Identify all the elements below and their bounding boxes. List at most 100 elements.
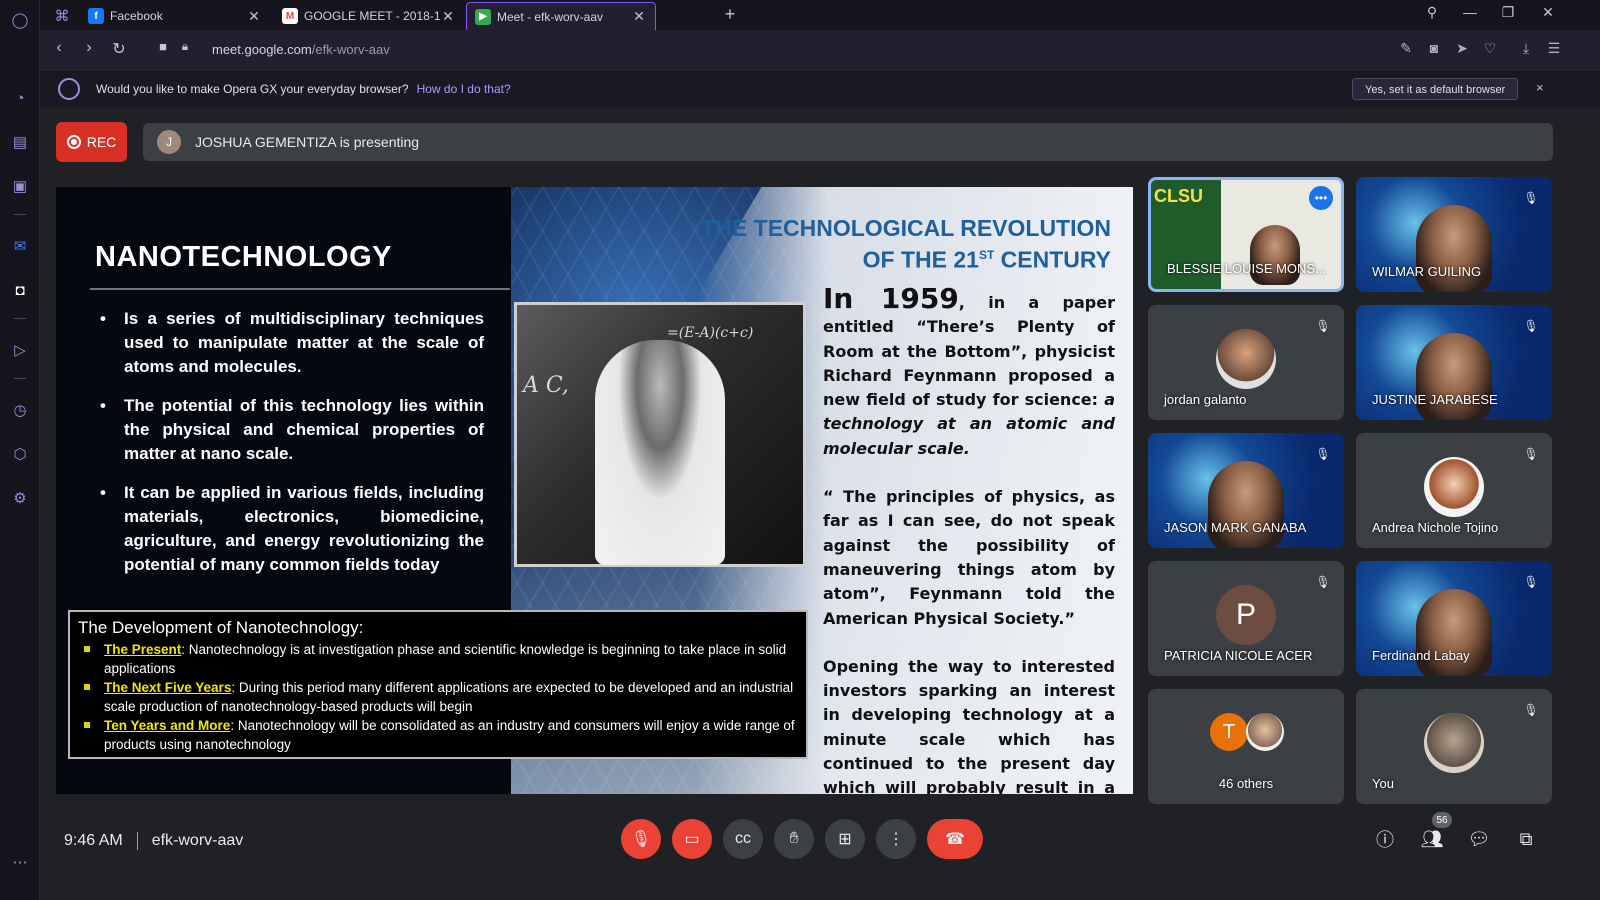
story-paragraph: Opening the way to interested investors … xyxy=(823,656,1115,794)
back-button[interactable]: ‹ xyxy=(48,39,70,57)
raise-hand-button[interactable]: ✋︎ xyxy=(774,819,814,859)
participant-tile[interactable]: 🎙︎ JASON MARK GANABA xyxy=(1148,433,1344,548)
development-text: : Nanotechnology is at investigation pha… xyxy=(104,642,787,676)
development-box: The Development of Nanotechnology: The P… xyxy=(68,610,808,759)
mic-toggle-button[interactable]: 🎙︎ xyxy=(621,819,661,859)
sidebar-divider xyxy=(14,214,26,215)
browser-sidebar: ◯ ◔ ▤ ▣ ✉ ◘ ▷ ◷ ⬡ ⚙ ⋯ xyxy=(0,0,40,900)
development-label: The Present xyxy=(104,642,182,657)
slide-bullet: Is a series of multidisciplinary techniq… xyxy=(100,307,484,379)
heading-superscript: ST xyxy=(978,248,995,262)
present-icon: ⊞ xyxy=(838,831,852,848)
banner-close-button[interactable]: × xyxy=(1536,80,1544,95)
heart-icon[interactable]: ♡ xyxy=(1480,40,1500,57)
camera-permission-icon[interactable]: ■ xyxy=(152,39,174,54)
banner-help-link[interactable]: How do I do that? xyxy=(417,82,511,96)
mic-off-icon: 🎙︎ xyxy=(1523,447,1539,461)
settings-icon[interactable]: ⚙ xyxy=(8,486,32,510)
participant-name: Ferdinand Labay xyxy=(1372,648,1470,663)
messenger-icon[interactable]: ✉ xyxy=(8,234,32,258)
participant-name: WILMAR GUILING xyxy=(1372,264,1482,279)
participant-avatar: T xyxy=(1210,713,1248,751)
set-default-button[interactable]: Yes, set it as default browser xyxy=(1352,78,1519,100)
url-path: /efk-worv-aav xyxy=(311,42,390,57)
opera-logo-icon[interactable]: ◯ xyxy=(8,8,32,32)
chalkboard-equation: =(E-A)(c+c) xyxy=(667,325,754,341)
participant-tile[interactable]: 🎙︎ jordan galanto xyxy=(1148,305,1344,420)
maximize-button[interactable]: ❐ xyxy=(1496,4,1520,21)
url-field[interactable]: meet.google.com/efk-worv-aav xyxy=(212,42,390,57)
easy-setup-icon[interactable]: ☰ xyxy=(1544,40,1564,57)
participant-tile[interactable]: 🎙︎ JUSTINE JARABESE xyxy=(1356,305,1552,420)
reload-button[interactable]: ↻ xyxy=(108,39,130,59)
recording-indicator[interactable]: REC xyxy=(56,122,127,162)
more-options-button[interactable]: ⋮ xyxy=(876,819,916,859)
download-icon[interactable]: ⤓ xyxy=(1516,40,1536,57)
participant-name: JUSTINE JARABESE xyxy=(1372,392,1498,407)
heading-line-1: THE TECHNOLOGICAL REVOLUTION xyxy=(701,215,1111,241)
snapshot-icon[interactable]: ◙ xyxy=(1424,40,1444,56)
mic-off-icon: 🎙︎ xyxy=(1523,319,1539,333)
address-bar: ‹ › ↻ ■ 🔒︎ meet.google.com/efk-worv-aav … xyxy=(40,30,1600,70)
close-icon[interactable]: ✕ xyxy=(246,8,262,25)
meet-window: REC J JOSHUA GEMENTIZA is presenting NAN… xyxy=(40,108,1600,900)
twitch-icon[interactable]: ▣ xyxy=(8,174,32,198)
people-button[interactable]: 👥︎ xyxy=(1419,826,1445,852)
send-icon[interactable]: ➤ xyxy=(1452,40,1472,57)
present-button[interactable]: ⊞ xyxy=(825,819,865,859)
minimize-button[interactable]: — xyxy=(1458,4,1482,20)
development-label: The Next Five Years xyxy=(104,680,232,695)
more-options-icon[interactable]: ••• xyxy=(1309,186,1333,210)
heading-part: CENTURY xyxy=(994,246,1111,273)
edit-icon[interactable]: ✎ xyxy=(1396,40,1416,57)
mic-off-icon: 🎙︎ xyxy=(1523,703,1539,717)
leave-call-button[interactable]: ☎︎ xyxy=(927,819,983,859)
participant-name: Andrea Nichole Tojino xyxy=(1372,520,1499,535)
participant-tile-others[interactable]: T 46 others xyxy=(1148,689,1344,804)
speed-dial-icon[interactable]: ◔ xyxy=(8,86,32,110)
player-icon[interactable]: ▷ xyxy=(8,338,32,362)
captions-button[interactable]: cc xyxy=(723,819,763,859)
more-vert-icon: ⋮ xyxy=(888,831,904,848)
tab-meet[interactable]: ▶ Meet - efk-worv-aav ✕ xyxy=(466,2,656,30)
mic-off-icon: 🎙︎ xyxy=(630,831,652,848)
participant-avatar: P xyxy=(1216,585,1276,645)
presenting-bar: J JOSHUA GEMENTIZA is presenting xyxy=(143,123,1553,161)
participant-tile-self[interactable]: 🎙︎ You xyxy=(1356,689,1552,804)
participant-tile[interactable]: P 🎙︎ PATRICIA NICOLE ACER xyxy=(1148,561,1344,676)
chat-button[interactable]: 💬︎ xyxy=(1466,826,1492,852)
participant-tile[interactable]: 🎙︎ Ferdinand Labay xyxy=(1356,561,1552,676)
participant-tile[interactable]: 🎙︎ Andrea Nichole Tojino xyxy=(1356,433,1552,548)
new-tab-button[interactable]: + xyxy=(720,4,740,25)
forward-button[interactable]: › xyxy=(78,39,100,57)
info-icon: ⓘ xyxy=(1376,830,1394,850)
feynman-figure xyxy=(595,340,725,565)
close-window-button[interactable]: ✕ xyxy=(1536,4,1560,21)
tab-google-meet-classroom[interactable]: M GOOGLE MEET - 2018-1059 ✕ xyxy=(274,2,464,30)
lock-icon[interactable]: 🔒︎ xyxy=(174,39,196,54)
camera-toggle-button[interactable]: ▭ xyxy=(672,819,712,859)
presentation-slide: NANOTECHNOLOGY Is a series of multidisci… xyxy=(56,187,1133,794)
meeting-details-button[interactable]: ⓘ xyxy=(1372,826,1398,852)
activities-button[interactable]: ⧉ xyxy=(1513,826,1539,852)
sidebar-divider xyxy=(14,378,26,379)
more-icon[interactable]: ⋯ xyxy=(8,850,32,874)
people-icon: 👥︎ xyxy=(1420,828,1444,849)
search-tabs-icon[interactable]: ⚲ xyxy=(1420,4,1444,21)
story-quote: “ The principles of physics, as far as I… xyxy=(823,487,1115,628)
meeting-info: 9:46 AM efk-worv-aav xyxy=(64,832,243,850)
close-icon[interactable]: ✕ xyxy=(631,8,647,25)
store-icon[interactable]: ▤ xyxy=(8,130,32,154)
extensions-icon[interactable]: ⬡ xyxy=(8,442,32,466)
development-item: Ten Years and More: Nanotechnology will … xyxy=(78,716,798,754)
history-icon[interactable]: ◷ xyxy=(8,398,32,422)
tab-facebook[interactable]: f Facebook ✕ xyxy=(80,2,270,30)
presenter-avatar: J xyxy=(157,130,181,154)
tab-title: Meet - efk-worv-aav xyxy=(497,9,604,24)
discord-icon[interactable]: ◘ xyxy=(8,278,32,302)
participant-tile[interactable]: 🎙︎ WILMAR GUILING xyxy=(1356,177,1552,292)
workspaces-icon[interactable]: ⌘ xyxy=(50,4,74,28)
close-icon[interactable]: ✕ xyxy=(440,8,456,25)
participant-tile[interactable]: CLSU ••• BLESSIE LOUISE MONS... xyxy=(1148,177,1344,292)
mic-off-icon: 🎙︎ xyxy=(1315,575,1331,589)
